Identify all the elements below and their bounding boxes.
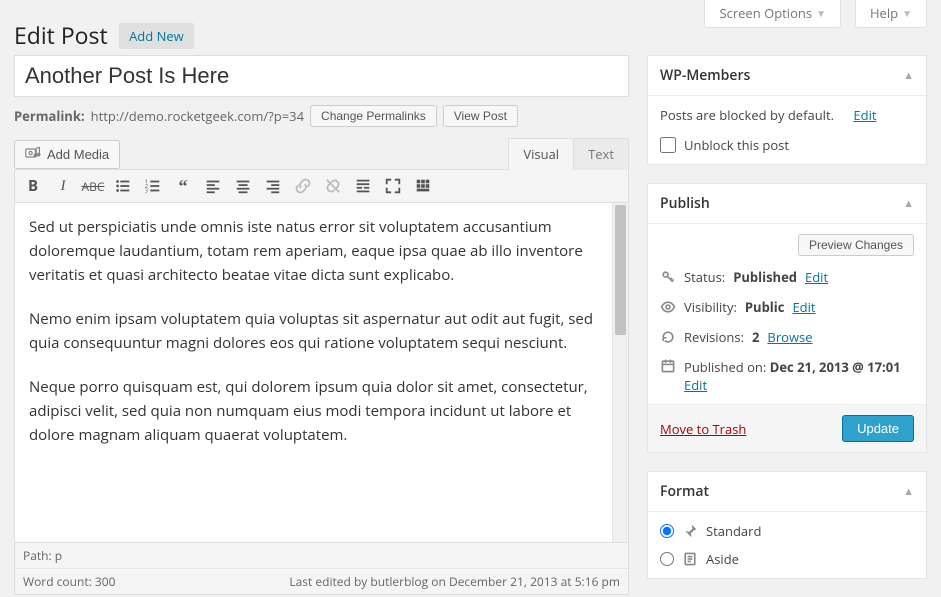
link-icon[interactable] (291, 174, 315, 198)
bold-icon[interactable]: B (21, 174, 45, 198)
visibility-edit-link[interactable]: Edit (792, 298, 815, 316)
collapse-icon[interactable]: ▲ (903, 196, 914, 211)
move-to-trash-link[interactable]: Move to Trash (660, 420, 746, 438)
wpmembers-title: WP-Members (660, 66, 750, 85)
publish-box: Publish ▲ Preview Changes Status: Publis… (647, 183, 927, 453)
revisions-label: Revisions: (684, 328, 744, 346)
align-left-icon[interactable] (201, 174, 225, 198)
scrollbar-thumb[interactable] (615, 205, 626, 335)
permalink-url: http://demo.rocketgeek.com/?p=34 (91, 107, 304, 125)
visibility-value: Public (745, 298, 785, 316)
help-tab[interactable]: Help ▼ (855, 0, 927, 28)
add-media-label: Add Media (47, 147, 109, 162)
status-edit-link[interactable]: Edit (805, 268, 828, 286)
bullet-list-icon[interactable] (111, 174, 135, 198)
pin-icon (682, 523, 698, 539)
preview-changes-button[interactable]: Preview Changes (798, 234, 914, 256)
revisions-browse-link[interactable]: Browse (767, 328, 812, 346)
blockquote-icon[interactable]: “ (171, 174, 195, 198)
status-label: Status: (684, 268, 725, 286)
published-on-value: Dec 21, 2013 @ 17:01 (770, 358, 901, 376)
camera-music-icon (25, 145, 41, 164)
change-permalinks-button[interactable]: Change Permalinks (310, 105, 437, 127)
help-label: Help (870, 4, 898, 22)
paragraph: Nemo enim ipsam voluptatem quia voluptas… (29, 307, 598, 355)
page-title: Edit Post (14, 10, 108, 55)
published-on-label: Published on: (684, 358, 766, 376)
fullscreen-icon[interactable] (381, 174, 405, 198)
view-post-button[interactable]: View Post (443, 105, 518, 127)
screen-options-label: Screen Options (719, 4, 812, 22)
format-aside-label: Aside (706, 550, 739, 568)
wpmembers-blocked-text: Posts are blocked by default. (660, 106, 834, 124)
format-standard-radio[interactable] (660, 524, 674, 538)
unblock-label: Unblock this post (684, 136, 789, 154)
format-standard-label: Standard (706, 522, 761, 540)
post-title-input[interactable] (14, 55, 629, 97)
scrollbar[interactable] (612, 203, 628, 542)
publish-title: Publish (660, 194, 710, 213)
revisions-value: 2 (752, 328, 759, 346)
visibility-label: Visibility: (684, 298, 737, 316)
add-new-button[interactable]: Add New (119, 23, 194, 49)
screen-options-tab[interactable]: Screen Options ▼ (704, 0, 841, 28)
update-button[interactable]: Update (842, 415, 914, 442)
collapse-icon[interactable]: ▲ (903, 68, 914, 83)
document-icon (682, 551, 698, 567)
format-aside-radio[interactable] (660, 552, 674, 566)
editor-path: Path: p (15, 543, 628, 569)
align-center-icon[interactable] (231, 174, 255, 198)
paragraph: Sed ut perspiciatis unde omnis iste natu… (29, 215, 598, 287)
add-media-button[interactable]: Add Media (14, 140, 120, 169)
toolbar-toggle-icon[interactable] (411, 174, 435, 198)
wpmembers-box: WP-Members ▲ Posts are blocked by defaul… (647, 55, 927, 165)
format-box: Format ▲ Standard Aside (647, 471, 927, 579)
word-count: Word count: 300 (23, 573, 115, 590)
status-value: Published (733, 268, 797, 286)
align-right-icon[interactable] (261, 174, 285, 198)
revisions-icon (660, 329, 676, 345)
visibility-icon (660, 299, 676, 315)
svg-text:3: 3 (145, 186, 148, 194)
italic-icon[interactable]: I (51, 174, 75, 198)
numbered-list-icon[interactable]: 123 (141, 174, 165, 198)
tab-text[interactable]: Text (573, 138, 629, 170)
strikethrough-icon[interactable]: ABC (81, 174, 105, 198)
paragraph: Neque porro quisquam est, qui dolorem ip… (29, 375, 598, 447)
format-title: Format (660, 482, 709, 501)
insert-more-icon[interactable] (351, 174, 375, 198)
collapse-icon[interactable]: ▲ (903, 484, 914, 499)
last-edited: Last edited by butlerblog on December 21… (289, 573, 620, 590)
wpmembers-edit-link[interactable]: Edit (853, 106, 876, 124)
editor-toolbar: B I ABC 123 “ (15, 170, 628, 203)
unblock-checkbox[interactable] (660, 137, 676, 153)
chevron-down-icon: ▼ (902, 6, 912, 20)
chevron-down-icon: ▼ (816, 6, 826, 20)
calendar-icon (660, 358, 676, 374)
editor-content[interactable]: Sed ut perspiciatis unde omnis iste natu… (15, 203, 612, 542)
tab-visual[interactable]: Visual (508, 138, 574, 170)
key-icon (660, 269, 676, 285)
unlink-icon[interactable] (321, 174, 345, 198)
published-edit-link[interactable]: Edit (684, 376, 707, 394)
permalink-label: Permalink: (14, 107, 85, 125)
